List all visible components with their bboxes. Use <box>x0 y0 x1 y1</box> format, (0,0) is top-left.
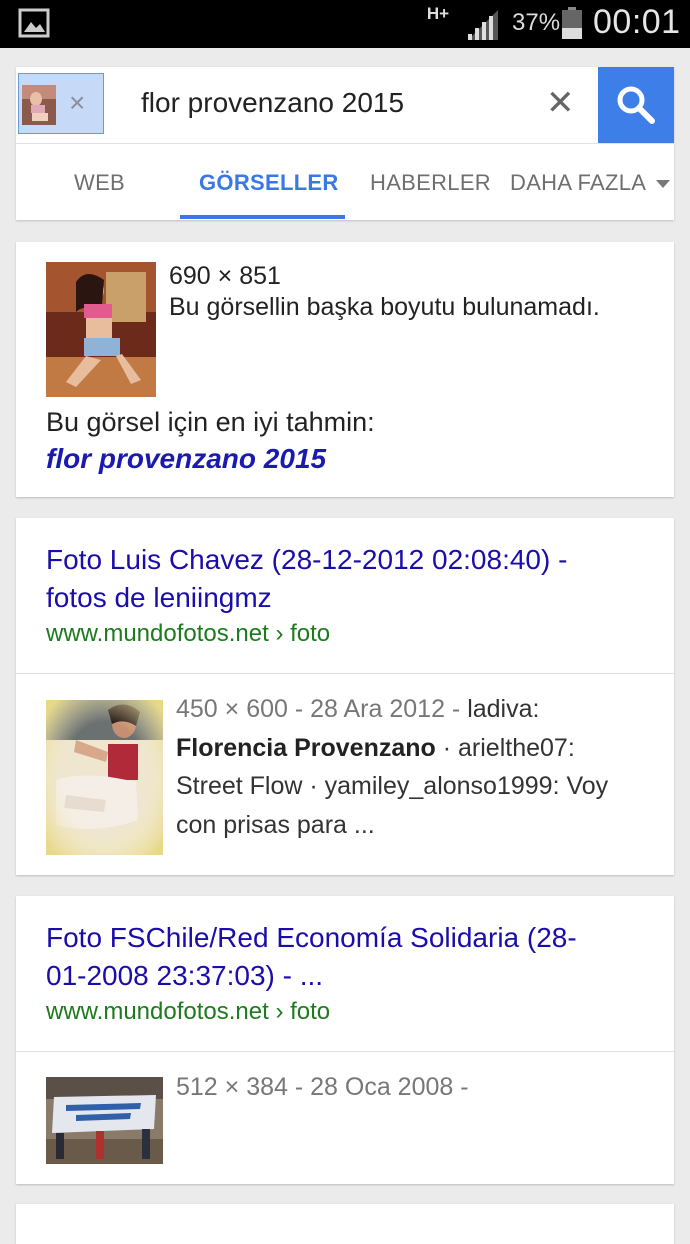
image-query-chip[interactable]: × <box>18 73 104 134</box>
best-guess-label: Bu görsel için en iyi tahmin: <box>46 407 375 437</box>
result-title-line[interactable]: 01-2008 23:37:03) - ... <box>46 957 646 995</box>
clear-search-button[interactable]: ✕ <box>546 84 575 122</box>
search-input[interactable]: flor provenzano 2015 <box>141 87 404 119</box>
query-image-thumbnail <box>22 85 56 125</box>
tab-images[interactable]: GÖRSELLER <box>199 170 339 196</box>
result-thumbnail[interactable] <box>46 262 156 397</box>
active-tab-indicator <box>180 215 345 219</box>
result-thumbnail[interactable] <box>46 700 163 855</box>
result-meta: 450 × 600 - 28 Ara 2012 - ladiva: Floren… <box>176 690 656 844</box>
tab-web[interactable]: WEB <box>74 170 125 196</box>
best-guess-card: 690 × 851 Bu görsellin başka boyutu bulu… <box>16 242 674 497</box>
result-card <box>16 1204 674 1244</box>
search-bar: × flor provenzano 2015 ✕ <box>16 67 674 143</box>
battery-percent: 37% <box>512 9 561 36</box>
divider <box>16 1051 674 1052</box>
tab-news[interactable]: HABERLER <box>370 170 491 196</box>
result-title-line[interactable]: fotos de leniingmz <box>46 579 646 617</box>
result-url[interactable]: www.mundofotos.net › foto <box>46 998 330 1026</box>
size-date: 450 × 600 - 28 Ara 2012 - <box>176 695 461 723</box>
result-url[interactable]: www.mundofotos.net › foto <box>46 620 330 648</box>
best-guess-link[interactable]: flor provenzano 2015 <box>46 443 326 475</box>
result-thumbnail[interactable] <box>46 1077 163 1164</box>
result-title[interactable]: Foto Luis Chavez (28-12-2012 02:08:40) -… <box>46 541 646 617</box>
battery-icon <box>562 7 582 39</box>
result-title[interactable]: Foto FSChile/Red Economía Solidaria (28-… <box>46 919 646 995</box>
result-meta: 512 × 384 - 28 Oca 2008 - <box>176 1068 656 1107</box>
gallery-icon <box>18 8 50 38</box>
result-card: Foto Luis Chavez (28-12-2012 02:08:40) -… <box>16 518 674 875</box>
chevron-down-icon <box>656 180 670 188</box>
clock: 00:01 <box>593 3 681 41</box>
result-card: Foto FSChile/Red Economía Solidaria (28-… <box>16 896 674 1184</box>
search-button[interactable] <box>598 67 674 143</box>
search-tabs: WEB GÖRSELLER HABERLER DAHA FAZLA <box>16 143 674 220</box>
result-title-line[interactable]: Foto Luis Chavez (28-12-2012 02:08:40) - <box>46 541 646 579</box>
status-bar: H+ 37% 00:01 <box>0 0 690 48</box>
snippet-text: · arielthe07: <box>435 733 575 762</box>
image-dimensions: 690 × 851 <box>169 262 281 290</box>
signal-icon <box>468 10 498 40</box>
snippet-text: Street Flow · yamiley_alonso1999: Voy <box>176 772 609 800</box>
remove-image-icon[interactable]: × <box>69 88 85 118</box>
no-other-sizes-text: Bu görsellin başka boyutu bulunamadı. <box>169 293 600 321</box>
size-date: 512 × 384 - 28 Oca 2008 - <box>176 1073 469 1101</box>
network-type: H+ <box>426 4 450 23</box>
result-title-line[interactable]: Foto FSChile/Red Economía Solidaria (28- <box>46 919 646 957</box>
snippet-text: con prisas para ... <box>176 810 375 839</box>
snippet-text: ladiva: <box>460 695 540 723</box>
tab-more[interactable]: DAHA FAZLA <box>510 170 646 196</box>
snippet-highlight: Florencia Provenzano <box>176 733 436 762</box>
divider <box>16 673 674 674</box>
search-icon <box>617 86 655 124</box>
